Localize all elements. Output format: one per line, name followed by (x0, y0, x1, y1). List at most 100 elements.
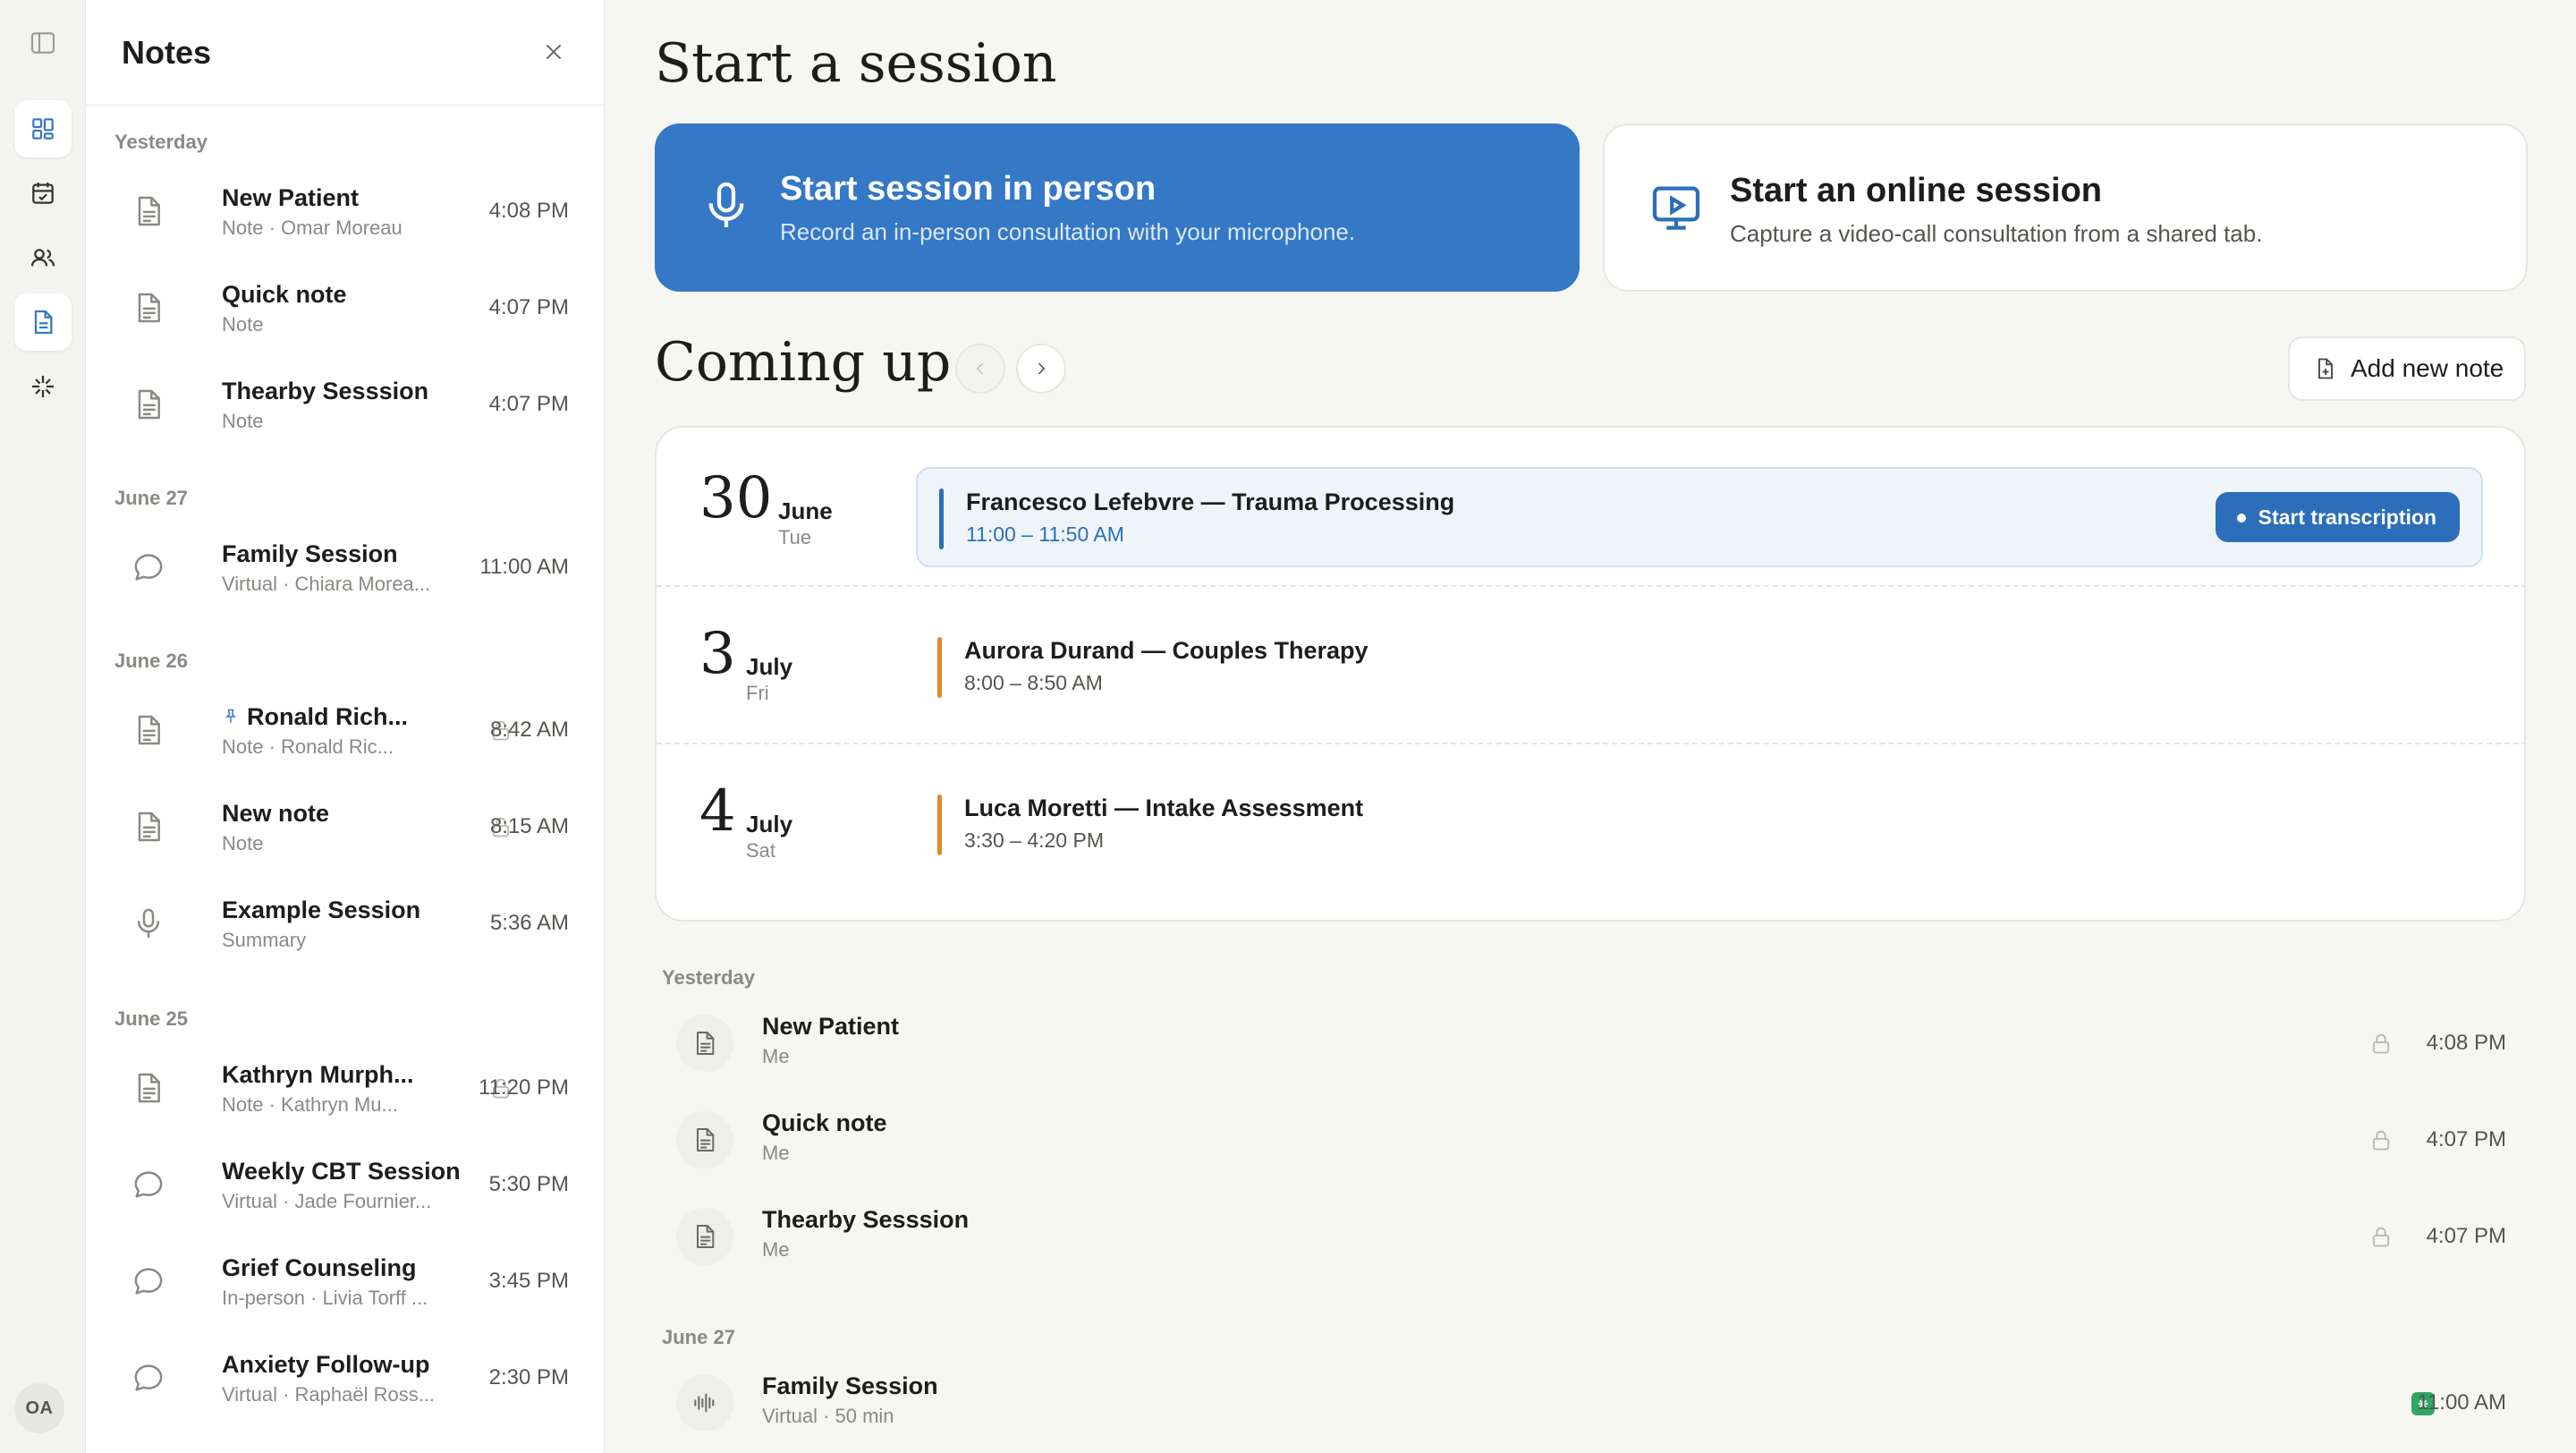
note-list-item[interactable]: Family Session Virtual · Chiara Morea... 1… (114, 524, 587, 610)
sidebar-toggle-button[interactable] (14, 14, 72, 72)
note-name: Example Session (222, 896, 420, 924)
appointment-row: 3 July Fri Aurora Durand — Couples Therapy 8… (657, 585, 2524, 743)
note-list-item[interactable]: Ronald Rich... Note · Ronald Ric... 8:42 A… (114, 687, 587, 773)
recent-list-item[interactable]: Thearby Sesssion Me 4:07 PM (655, 1185, 2526, 1274)
lock-icon (2368, 1127, 2394, 1152)
note-subtitle: Note (222, 313, 264, 336)
rail-users-button[interactable] (14, 229, 72, 286)
page-title: Start a session (655, 32, 1057, 95)
appointment-item[interactable]: Francesco Lefebvre — Trauma Processing 11… (916, 467, 2483, 567)
document-icon (129, 1068, 168, 1108)
recent-item-time: 4:08 PM (2426, 1031, 2506, 1055)
appointment-month: July (746, 653, 793, 680)
note-time: 3:45 PM (488, 1269, 569, 1293)
in-person-title: Start session in person (780, 170, 1157, 208)
start-online-card[interactable]: Start an online session Capture a video-… (1603, 123, 2528, 292)
notes-group-label: June 25 (114, 1007, 188, 1030)
note-list-item[interactable]: Weekly CBT Session Virtual · Jade Fournie… (114, 1142, 587, 1228)
note-subtitle: Summary (222, 929, 307, 951)
add-new-note-button[interactable]: Add new note (2288, 336, 2526, 401)
note-time: 11:00 AM (479, 555, 569, 579)
note-name: New note (222, 800, 329, 828)
document-icon (129, 385, 168, 424)
chat-bubble-icon (129, 1165, 168, 1204)
note-time: 5:36 AM (489, 911, 569, 935)
add-new-note-label: Add new note (2351, 354, 2504, 382)
recent-item-subtitle: Virtual · 50 min (762, 1405, 894, 1427)
note-time: 8:15 AM (489, 814, 569, 838)
recent-group-label: Yesterday (662, 966, 755, 989)
note-name: Ronald Rich... (222, 703, 408, 731)
rail-notes-button[interactable] (14, 293, 72, 351)
note-list-item[interactable]: Anxiety Follow-up Virtual · Raphaël Ross.… (114, 1335, 587, 1421)
dashboard-icon (32, 118, 54, 140)
appointment-title: Aurora Durand — Couples Therapy (964, 637, 1368, 664)
rail-dashboard-button[interactable] (14, 100, 72, 157)
appointment-row: 4 July Sat Luca Moretti — Intake Assessment… (657, 743, 2524, 900)
chat-bubble-icon (129, 1358, 168, 1398)
appointment-day: 3 (699, 621, 736, 687)
appointment-title: Francesco Lefebvre — Trauma Processing (966, 489, 1455, 515)
notes-icon (34, 310, 53, 335)
note-subtitle: Note · Omar Moreau (222, 217, 402, 239)
note-time: 2:30 PM (488, 1365, 569, 1389)
next-week-button[interactable] (1016, 344, 1066, 394)
note-time: 5:30 PM (488, 1172, 569, 1196)
note-name-text: Anxiety Follow-up (222, 1351, 430, 1378)
note-name-text: Quick note (222, 281, 347, 308)
appointment-day: 30 (699, 465, 773, 531)
appointment-title: Luca Moretti — Intake Assessment (964, 794, 1364, 821)
appointment-hours: 3:30 – 4:20 PM (964, 828, 1104, 852)
close-notes-button[interactable] (539, 38, 568, 66)
sparkle-icon (32, 376, 54, 397)
lock-icon (2368, 1224, 2394, 1249)
note-time: 4:07 PM (488, 392, 569, 416)
note-name-text: Grief Counseling (222, 1254, 417, 1281)
document-icon (129, 807, 168, 846)
note-list-item[interactable]: Grief Counseling In-person · Livia Torff … (114, 1238, 587, 1324)
recent-item-time: 4:07 PM (2426, 1224, 2506, 1248)
appointment-item[interactable]: Aurora Durand — Couples Therapy 8:00 – 8:… (916, 617, 2483, 718)
note-list-item[interactable]: New Patient Note · Omar Moreau 4:08 PM (114, 168, 587, 254)
recent-list-item[interactable]: New Patient Me 4:08 PM (655, 991, 2526, 1081)
note-list-item[interactable]: Thearby Sesssion Note 4:07 PM (114, 361, 587, 447)
note-time: 8:42 AM (489, 718, 569, 742)
microphone-icon (708, 182, 744, 227)
calendar-icon (32, 183, 54, 204)
note-subtitle: Note (222, 410, 264, 432)
close-icon (546, 44, 562, 60)
user-avatar[interactable]: OA (14, 1383, 64, 1433)
start-in-person-card[interactable]: Start session in person Record an in-per… (655, 123, 1580, 292)
notes-group-label: June 26 (114, 650, 188, 672)
add-document-icon (2318, 358, 2333, 379)
rail-calendar-button[interactable] (14, 165, 72, 222)
coming-up-title: Coming up (655, 331, 952, 394)
recent-item-name: New Patient (762, 1013, 900, 1040)
prev-week-button[interactable] (955, 344, 1005, 394)
note-time: 4:08 PM (488, 199, 569, 223)
start-transcription-label: Start transcription (2258, 505, 2436, 529)
note-list-item[interactable]: Example Session Summary 5:36 AM (114, 880, 587, 966)
note-list-item[interactable]: Kathryn Murph... Note · Kathryn Mu... 11:2… (114, 1045, 587, 1131)
note-subtitle: Note · Kathryn Mu... (222, 1093, 398, 1116)
rail-ai-button[interactable] (14, 358, 72, 415)
appointment-color-bar (937, 637, 942, 698)
appointment-weekday: Tue (778, 526, 812, 548)
document-icon (129, 710, 168, 750)
recent-item-subtitle: Me (762, 1238, 790, 1261)
note-name-text: Weekly CBT Session (222, 1158, 461, 1185)
note-name-text: Ronald Rich... (247, 703, 409, 730)
recent-item-name: Thearby Sesssion (762, 1206, 970, 1233)
main-content: Start a session Start session in person … (605, 0, 2576, 1453)
appointment-weekday: Sat (746, 839, 776, 862)
recent-item-name: Quick note (762, 1109, 887, 1136)
note-time: 4:07 PM (488, 295, 569, 319)
note-list-item[interactable]: Quick note Note 4:07 PM (114, 265, 587, 351)
appointment-item[interactable]: Luca Moretti — Intake Assessment 3:30 – 4… (916, 775, 2483, 875)
note-list-item[interactable]: New note Note 8:15 AM (114, 784, 587, 870)
start-transcription-button[interactable]: Start transcription (2215, 492, 2460, 542)
recent-list-item[interactable]: Quick note Me 4:07 PM (655, 1088, 2526, 1177)
recent-list-item[interactable]: Family Session Virtual · 50 min 11:00 AM (655, 1351, 2526, 1440)
note-subtitle: Note (222, 832, 264, 854)
note-name-text: New note (222, 800, 330, 827)
